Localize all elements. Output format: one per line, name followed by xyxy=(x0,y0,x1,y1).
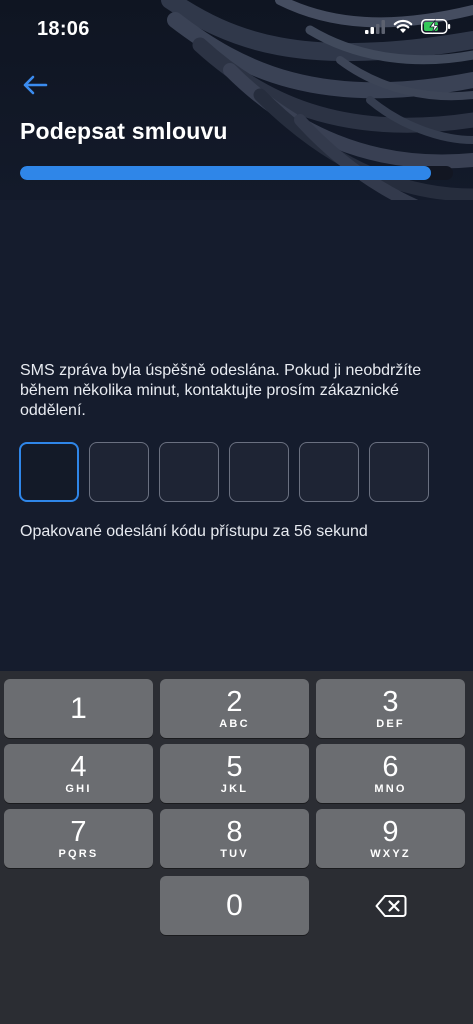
key-1[interactable]: 1 xyxy=(4,679,153,738)
numeric-keypad: 1 2 ABC 3 DEF 4 GHI 5 JKL 6 MNO 7 PQRS 8… xyxy=(0,671,473,1024)
sign-contract-screen: 18:06 Podepsat smlouvu SMS zpráva byla ú… xyxy=(0,0,473,1024)
page-title: Podepsat smlouvu xyxy=(20,118,228,144)
progress-fill xyxy=(20,166,432,180)
key-digit: 4 xyxy=(70,751,87,783)
arrow-left-icon xyxy=(23,75,48,95)
backspace-key[interactable] xyxy=(316,876,465,935)
progress-bar xyxy=(20,166,453,180)
status-bar: 18:06 xyxy=(0,0,473,60)
battery-charging-icon xyxy=(421,19,451,34)
key-digit: 9 xyxy=(382,816,399,848)
key-letters: WXYZ xyxy=(370,848,411,860)
key-letters: GHI xyxy=(65,783,92,795)
key-digit: 3 xyxy=(382,686,399,718)
status-time: 18:06 xyxy=(37,18,90,40)
code-digit-field[interactable] xyxy=(19,442,79,502)
code-digit-field[interactable] xyxy=(89,442,149,502)
key-4[interactable]: 4 GHI xyxy=(4,744,153,803)
key-digit: 7 xyxy=(70,816,87,848)
key-5[interactable]: 5 JKL xyxy=(160,744,309,803)
key-2[interactable]: 2 ABC xyxy=(160,679,309,738)
key-digit: 5 xyxy=(226,751,243,783)
key-letters: DEF xyxy=(376,718,405,730)
code-digit-field[interactable] xyxy=(159,442,219,502)
key-letters: PQRS xyxy=(58,848,99,860)
key-letters: JKL xyxy=(220,783,249,795)
key-9[interactable]: 9 WXYZ xyxy=(316,809,465,868)
cellular-signal-icon xyxy=(365,19,385,34)
key-digit: 0 xyxy=(226,888,243,922)
key-digit: 2 xyxy=(226,686,243,718)
key-8[interactable]: 8 TUV xyxy=(160,809,309,868)
wifi-icon xyxy=(393,19,413,33)
key-letters: MNO xyxy=(374,783,407,795)
sms-sent-message: SMS zpráva byla úspěšně odeslána. Pokud … xyxy=(20,362,422,419)
key-6[interactable]: 6 MNO xyxy=(316,744,465,803)
key-digit: 1 xyxy=(70,691,87,725)
key-digit: 8 xyxy=(226,816,243,848)
backspace-icon xyxy=(375,894,406,917)
key-letters: TUV xyxy=(220,848,249,860)
key-letters: ABC xyxy=(219,718,250,730)
code-digit-field[interactable] xyxy=(299,442,359,502)
sms-code-input[interactable] xyxy=(19,442,429,502)
key-digit: 6 xyxy=(382,751,399,783)
back-button[interactable] xyxy=(18,70,52,100)
key-3[interactable]: 3 DEF xyxy=(316,679,465,738)
status-icons xyxy=(365,19,451,34)
code-digit-field[interactable] xyxy=(369,442,429,502)
resend-countdown: Opakované odeslání kódu přístupu za 56 s… xyxy=(20,523,368,540)
code-digit-field[interactable] xyxy=(229,442,289,502)
key-7[interactable]: 7 PQRS xyxy=(4,809,153,868)
key-0[interactable]: 0 xyxy=(160,876,309,935)
